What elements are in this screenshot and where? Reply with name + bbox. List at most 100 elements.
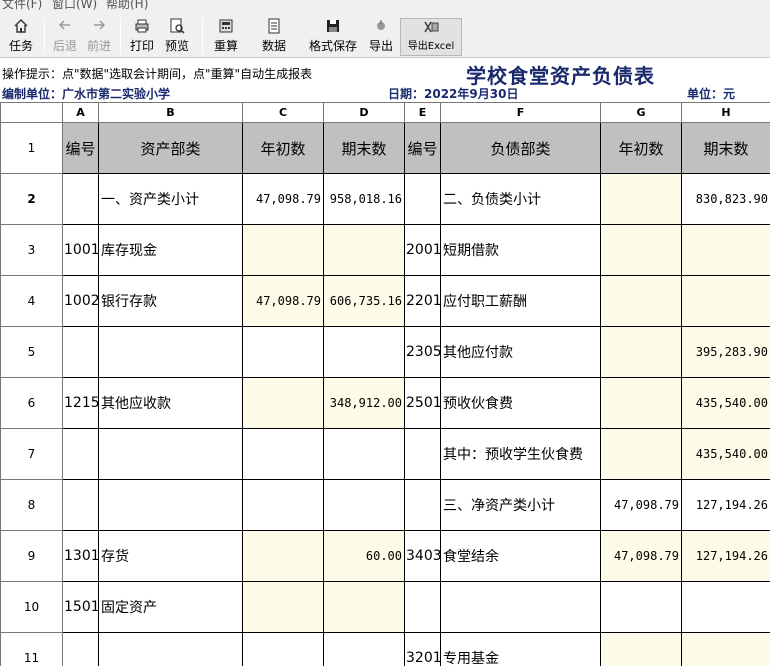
cell[interactable]: 其他应收款 <box>98 377 243 429</box>
cell[interactable] <box>404 581 441 633</box>
export-excel-button[interactable]: 导出Excel <box>400 18 462 56</box>
cell[interactable] <box>98 632 243 666</box>
cell[interactable] <box>681 275 770 327</box>
cell[interactable]: 食堂结余 <box>440 530 601 582</box>
cell[interactable]: 3201 <box>404 632 441 666</box>
menu-help[interactable]: 帮助(H) <box>106 0 148 12</box>
cell[interactable] <box>600 632 682 666</box>
back-button[interactable]: 后退 <box>50 18 80 56</box>
cell[interactable] <box>62 479 99 531</box>
cell[interactable] <box>681 224 770 276</box>
cell[interactable] <box>323 224 405 276</box>
cell[interactable]: 库存现金 <box>98 224 243 276</box>
row-number[interactable]: 8 <box>0 479 63 531</box>
cell[interactable] <box>323 581 405 633</box>
header-liability-category[interactable]: 负债部类 <box>440 122 601 174</box>
cell[interactable]: 银行存款 <box>98 275 243 327</box>
cell[interactable] <box>323 632 405 666</box>
header-asset-category[interactable]: 资产部类 <box>98 122 243 174</box>
cell[interactable] <box>242 326 324 378</box>
cell[interactable]: 47,098.79 <box>600 479 682 531</box>
row-number[interactable]: 3 <box>0 224 63 276</box>
cell[interactable]: 47,098.79 <box>242 173 324 225</box>
preview-button[interactable]: 预览 <box>162 18 192 56</box>
menu-window[interactable]: 窗口(W) <box>52 0 97 12</box>
print-button[interactable]: 打印 <box>126 18 158 56</box>
header-year-begin-2[interactable]: 年初数 <box>600 122 682 174</box>
column-header-d[interactable]: D <box>323 102 405 123</box>
cell[interactable]: 2001 <box>404 224 441 276</box>
cell[interactable]: 830,823.90 <box>681 173 770 225</box>
cell[interactable]: 127,194.26 <box>681 530 770 582</box>
row-number[interactable]: 4 <box>0 275 63 327</box>
cell[interactable] <box>323 479 405 531</box>
header-code[interactable]: 编号 <box>62 122 99 174</box>
cell[interactable]: 1001 <box>62 224 99 276</box>
cell[interactable] <box>440 581 601 633</box>
row-number[interactable]: 2 <box>0 173 63 225</box>
cell[interactable]: 1002 <box>62 275 99 327</box>
cell[interactable]: 1215 <box>62 377 99 429</box>
cell[interactable] <box>600 275 682 327</box>
cell[interactable]: 435,540.00 <box>681 428 770 480</box>
cell[interactable] <box>600 173 682 225</box>
column-header-e[interactable]: E <box>404 102 441 123</box>
row-number[interactable]: 9 <box>0 530 63 582</box>
cell[interactable] <box>600 377 682 429</box>
cell[interactable] <box>242 581 324 633</box>
forward-button[interactable]: 前进 <box>84 18 114 56</box>
cell[interactable]: 3403 <box>404 530 441 582</box>
cell[interactable]: 专用基金 <box>440 632 601 666</box>
cell[interactable] <box>404 173 441 225</box>
row-number[interactable]: 10 <box>0 581 63 633</box>
cell[interactable] <box>681 581 770 633</box>
cell[interactable]: 固定资产 <box>98 581 243 633</box>
cell[interactable] <box>98 326 243 378</box>
cell[interactable] <box>242 530 324 582</box>
header-year-begin[interactable]: 年初数 <box>242 122 324 174</box>
cell[interactable]: 60.00 <box>323 530 405 582</box>
export-button[interactable]: 导出 <box>366 18 396 56</box>
cell[interactable]: 存货 <box>98 530 243 582</box>
cell[interactable] <box>242 428 324 480</box>
cell[interactable] <box>98 428 243 480</box>
cell[interactable] <box>98 479 243 531</box>
column-header-g[interactable]: G <box>600 102 682 123</box>
corner-cell[interactable] <box>0 102 63 123</box>
row-number[interactable]: 11 <box>0 632 63 666</box>
cell[interactable] <box>242 224 324 276</box>
cell[interactable] <box>62 173 99 225</box>
column-header-a[interactable]: A <box>62 102 99 123</box>
cell[interactable]: 2201 <box>404 275 441 327</box>
cell[interactable] <box>62 632 99 666</box>
cell[interactable]: 395,283.90 <box>681 326 770 378</box>
recalculate-button[interactable]: 重算 <box>208 18 244 56</box>
header-code-2[interactable]: 编号 <box>404 122 441 174</box>
cell[interactable]: 应付职工薪酬 <box>440 275 601 327</box>
cell[interactable]: 47,098.79 <box>242 275 324 327</box>
cell[interactable]: 606,735.16 <box>323 275 405 327</box>
cell[interactable]: 一、资产类小计 <box>98 173 243 225</box>
cell[interactable] <box>242 479 324 531</box>
cell[interactable] <box>600 224 682 276</box>
cell[interactable]: 1501 <box>62 581 99 633</box>
data-button[interactable]: 数据 <box>256 18 292 56</box>
cell[interactable]: 435,540.00 <box>681 377 770 429</box>
cell[interactable] <box>323 428 405 480</box>
cell[interactable] <box>323 326 405 378</box>
cell[interactable]: 其他应付款 <box>440 326 601 378</box>
header-period-end-2[interactable]: 期末数 <box>681 122 770 174</box>
header-period-end[interactable]: 期末数 <box>323 122 405 174</box>
row-number[interactable]: 7 <box>0 428 63 480</box>
cell[interactable]: 二、负债类小计 <box>440 173 601 225</box>
cell[interactable] <box>62 428 99 480</box>
column-header-b[interactable]: B <box>98 102 243 123</box>
cell[interactable]: 2305 <box>404 326 441 378</box>
cell[interactable] <box>600 326 682 378</box>
cell[interactable]: 2501 <box>404 377 441 429</box>
cell[interactable]: 47,098.79 <box>600 530 682 582</box>
row-number[interactable]: 5 <box>0 326 63 378</box>
cell[interactable]: 127,194.26 <box>681 479 770 531</box>
column-header-c[interactable]: C <box>242 102 324 123</box>
menu-file[interactable]: 文件(F) <box>2 0 42 12</box>
